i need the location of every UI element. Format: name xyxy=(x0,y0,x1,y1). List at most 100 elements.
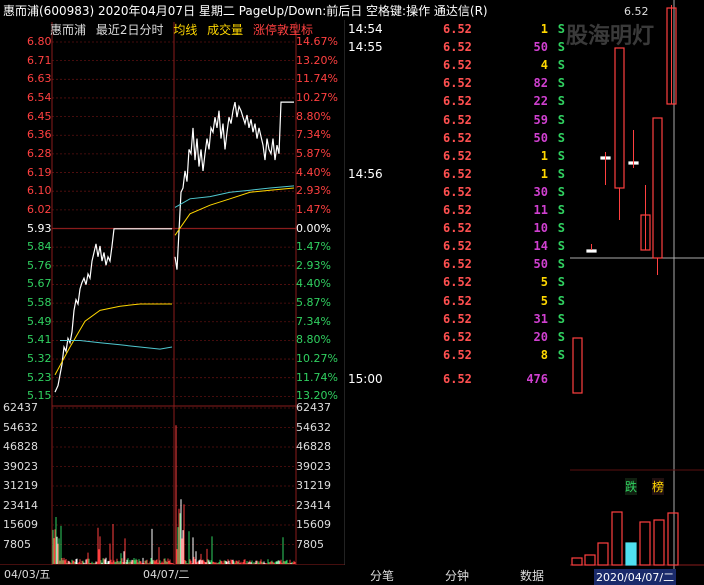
tick-row: 6.52 82 S xyxy=(345,76,570,94)
percent-label: 2.93% xyxy=(296,258,331,272)
volume-label-right: 54632 xyxy=(296,420,331,434)
tick-price: 6.52 xyxy=(443,239,472,254)
tick-volume: 59 xyxy=(533,112,548,127)
tick-volume: 5 xyxy=(540,293,548,308)
price-label: 5.58 xyxy=(27,296,52,310)
price-label: 6.02 xyxy=(27,202,52,216)
tick-side: S xyxy=(557,347,565,362)
date-tab-day2[interactable]: 04/07/二 xyxy=(143,566,189,582)
cyan-line-day2 xyxy=(174,185,295,208)
kline-chart[interactable] xyxy=(570,0,704,583)
percent-label: 14.67% xyxy=(296,35,338,48)
tick-side: S xyxy=(557,203,565,217)
tick-volume: 476 xyxy=(526,371,548,386)
percent-label: 0.00% xyxy=(296,221,331,235)
tick-side: S xyxy=(557,275,565,290)
percent-label: 8.80% xyxy=(296,333,331,347)
kline-volume-bar xyxy=(639,521,651,566)
price-label: 5.67 xyxy=(27,277,52,291)
percent-label: 7.34% xyxy=(296,314,331,328)
avg-line-label: 均线 xyxy=(173,23,198,37)
price-label: 6.80 xyxy=(27,35,52,48)
price-label: 5.93 xyxy=(27,221,52,235)
tick-row: 14:56 6.52 1 S xyxy=(345,167,570,185)
price-label: 6.36 xyxy=(27,128,52,142)
tick-price: 6.52 xyxy=(443,257,472,272)
volume-label-left: 15609 xyxy=(3,518,38,531)
percent-label: 7.34% xyxy=(296,128,331,142)
volume-label-left: 54632 xyxy=(3,420,38,434)
tick-price: 6.52 xyxy=(443,148,472,163)
badge-rank[interactable]: 榜 xyxy=(652,478,665,495)
price-label: 6.19 xyxy=(27,165,52,179)
kline-volume-bar xyxy=(611,511,623,566)
tick-volume: 82 xyxy=(533,76,548,91)
tick-price: 6.52 xyxy=(443,329,472,344)
tick-row: 6.52 50 S xyxy=(345,257,570,275)
price-label: 5.76 xyxy=(27,258,52,272)
price-label: 5.41 xyxy=(27,333,52,347)
price-line-day1 xyxy=(54,228,172,393)
kline-volume-bar xyxy=(571,557,583,566)
tick-volume: 5 xyxy=(540,275,548,290)
volume-label-right: 7805 xyxy=(296,537,324,551)
tick-volume: 14 xyxy=(533,239,548,254)
tab-minute[interactable]: 分钟 xyxy=(445,567,469,584)
tick-list[interactable]: 14:54 6.52 1 S 14:55 6.52 50 S 6.52 4 S 6.52 82 S 6.52… xyxy=(345,20,570,564)
tick-row: 14:55 6.52 50 S xyxy=(345,40,570,58)
tick-side: S xyxy=(557,40,565,55)
tick-price: 6.52 xyxy=(443,311,472,326)
tick-row: 6.52 1 S xyxy=(345,149,570,167)
percent-label: 10.27% xyxy=(296,90,338,104)
volume-label: 成交量 xyxy=(207,23,244,37)
price-label: 6.28 xyxy=(27,146,52,160)
price-label: 6.54 xyxy=(27,90,52,104)
tick-side: S xyxy=(557,130,565,145)
tab-data[interactable]: 数据 xyxy=(520,567,544,584)
percent-label: 2.93% xyxy=(296,184,331,198)
kline-high-label: 6.52 xyxy=(624,5,649,18)
tick-side: S xyxy=(557,239,565,254)
tab-ticks[interactable]: 分笔 xyxy=(370,567,394,584)
watermark: 股海明灯 xyxy=(566,24,655,49)
tick-volume: 50 xyxy=(533,130,548,145)
tick-row: 6.52 50 S xyxy=(345,131,570,149)
tick-price: 6.52 xyxy=(443,94,472,109)
tick-price: 6.52 xyxy=(443,371,472,386)
price-line-day2 xyxy=(174,101,294,270)
percent-label: 5.87% xyxy=(296,296,331,310)
tick-volume: 1 xyxy=(540,22,548,36)
tick-price: 6.52 xyxy=(443,275,472,290)
tick-row: 6.52 59 S xyxy=(345,113,570,131)
price-label: 6.10 xyxy=(27,184,52,198)
tick-row: 6.52 22 S xyxy=(345,94,570,112)
tick-row: 6.52 5 S xyxy=(345,275,570,293)
tick-side: S xyxy=(557,257,565,272)
volume-label-left: 46828 xyxy=(3,440,38,453)
tick-volume: 50 xyxy=(533,40,548,55)
tick-time: 15:00 xyxy=(348,371,383,386)
percent-label: 13.20% xyxy=(296,53,338,67)
volume-label-left: 7805 xyxy=(3,537,31,551)
tick-volume: 8 xyxy=(540,347,548,362)
tick-side: S xyxy=(557,221,565,236)
percent-label: 4.40% xyxy=(296,165,331,179)
percent-label: 11.74% xyxy=(296,72,338,86)
badge-fall[interactable]: 跌 xyxy=(625,478,638,495)
kline-candle xyxy=(586,249,597,253)
percent-label: 10.27% xyxy=(296,352,338,366)
volume-label-left: 62437 xyxy=(3,401,38,414)
tick-row: 6.52 5 S xyxy=(345,294,570,312)
percent-label: 1.47% xyxy=(296,202,331,216)
tick-row: 6.52 8 S xyxy=(345,348,570,366)
tick-time: 14:54 xyxy=(348,22,383,36)
tick-volume: 20 xyxy=(533,329,548,344)
tick-price: 6.52 xyxy=(443,76,472,91)
price-label: 5.23 xyxy=(27,370,52,384)
period-label[interactable]: 最近2日分时 xyxy=(96,23,164,37)
tick-side: S xyxy=(557,329,565,344)
date-tab-day1[interactable]: 04/03/五 xyxy=(4,566,50,582)
tick-side: S xyxy=(557,293,565,308)
tick-volume: 1 xyxy=(540,148,548,163)
volume-label-left: 39023 xyxy=(3,459,38,473)
